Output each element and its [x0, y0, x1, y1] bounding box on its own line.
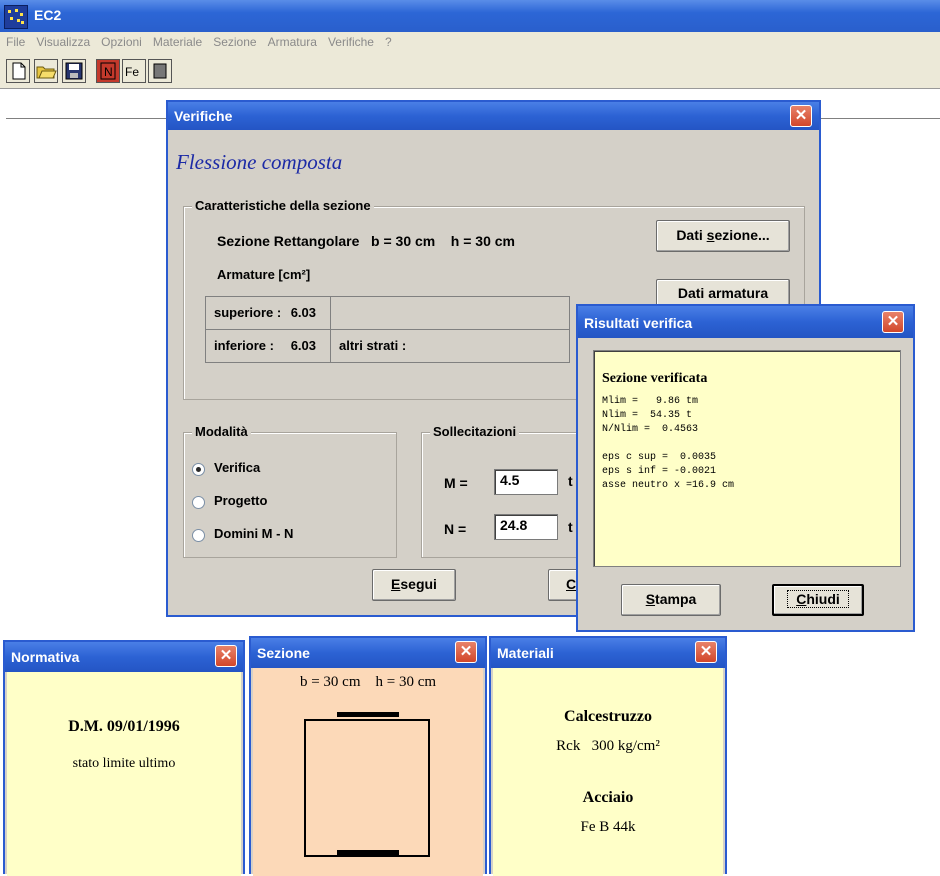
- risultati-titlebar: Risultati verifica ✕: [578, 306, 913, 338]
- m-input[interactable]: 4.5: [494, 469, 558, 495]
- superiore-label: superiore :: [214, 305, 282, 320]
- app-icon: [4, 5, 28, 29]
- normativa-titlebar: Normativa ✕: [5, 642, 243, 672]
- risultati-line: asse neutro x =16.9 cm: [602, 480, 735, 491]
- modalita-label: Modalità: [192, 424, 251, 439]
- esegui-button[interactable]: Esegui: [372, 569, 456, 601]
- menu-visualizza[interactable]: Visualizza: [30, 32, 95, 49]
- stampa-button[interactable]: Stampa: [621, 584, 721, 616]
- sezione-title: Sezione: [257, 645, 310, 661]
- superiore-cell: superiore : 6.03: [205, 296, 331, 330]
- new-file-icon[interactable]: [6, 59, 30, 83]
- risultati-dialog: Risultati verifica ✕ Sezione verificata …: [576, 304, 915, 632]
- app-titlebar: EC2: [0, 0, 940, 32]
- verifiche-title: Verifiche: [174, 108, 233, 124]
- calcestruzzo-value: Rck 300 kg/cm²: [556, 738, 660, 754]
- n-button-icon[interactable]: N: [96, 59, 120, 83]
- dati-armatura-button[interactable]: Dati armatura: [656, 279, 790, 307]
- sezione-panel: b = 30 cm h = 30 cm: [253, 668, 483, 876]
- inferiore-label: inferiore :: [214, 338, 274, 353]
- caratteristiche-label: Caratteristiche della sezione: [192, 198, 374, 213]
- close-icon[interactable]: ✕: [790, 105, 812, 127]
- menu-opzioni[interactable]: Opzioni: [95, 32, 147, 49]
- materiali-title: Materiali: [497, 645, 554, 661]
- normativa-title: Normativa: [11, 649, 80, 665]
- inferiore-value: 6.03: [290, 338, 316, 353]
- menu-sezione[interactable]: Sezione: [207, 32, 261, 49]
- acciaio-value: Fe B 44k: [580, 819, 636, 835]
- radio-progetto[interactable]: [192, 496, 205, 509]
- normativa-panel: D.M. 09/01/1996 stato limite ultimo: [7, 672, 241, 876]
- risultati-heading: Sezione verificata: [602, 371, 708, 386]
- dati-sezione-button[interactable]: Dati sezione...: [656, 220, 790, 252]
- menu-verifiche[interactable]: Verifiche: [322, 32, 379, 49]
- risultati-panel: Sezione verificata Mlim = 9.86 tm Nlim =…: [593, 350, 901, 567]
- fe-button-icon[interactable]: Fe: [122, 59, 146, 83]
- risultati-line: Nlim = 54.35 t: [602, 410, 693, 421]
- n-input[interactable]: 24.8: [494, 514, 558, 540]
- n-button-label: N: [104, 65, 113, 79]
- c-button-label: C: [566, 576, 577, 592]
- n-unit: t: [568, 519, 573, 535]
- radio-verifica-label: Verifica: [214, 460, 261, 475]
- normativa-window: Normativa ✕ D.M. 09/01/1996 stato limite…: [3, 640, 245, 876]
- superiore-value: 6.03: [290, 305, 316, 320]
- risultati-line: eps s inf = -0.0021: [602, 466, 717, 477]
- inferiore-cell: inferiore : 6.03: [205, 329, 331, 363]
- radio-progetto-label: Progetto: [214, 493, 268, 508]
- altri-strati-cell: altri strati :: [330, 329, 570, 363]
- risultati-line: Mlim = 9.86 tm: [602, 396, 699, 407]
- normativa-state: stato limite ultimo: [72, 756, 176, 771]
- close-icon[interactable]: ✕: [215, 645, 237, 667]
- normativa-decree: D.M. 09/01/1996: [68, 718, 180, 735]
- open-folder-icon[interactable]: [34, 59, 58, 83]
- fe-button-label: Fe: [125, 65, 139, 79]
- toolbar: N Fe: [0, 54, 940, 89]
- close-icon[interactable]: ✕: [882, 311, 904, 333]
- top-rebar: [337, 712, 399, 717]
- sezione-dims: b = 30 cm h = 30 cm: [299, 674, 437, 690]
- m-label: M =: [444, 475, 468, 491]
- save-disk-icon[interactable]: [62, 59, 86, 83]
- section-outline: [304, 719, 430, 857]
- menu-materiale[interactable]: Materiale: [147, 32, 207, 49]
- superiore-extra-cell: [330, 296, 570, 330]
- bottom-rebar: [337, 850, 399, 855]
- n-label: N =: [444, 521, 467, 537]
- radio-verifica[interactable]: [192, 463, 205, 476]
- menu-file[interactable]: File: [0, 32, 30, 49]
- sollecitazioni-label: Sollecitazioni: [430, 424, 520, 439]
- sezione-window: Sezione ✕ b = 30 cm h = 30 cm: [249, 636, 487, 876]
- verifiche-titlebar: Verifiche ✕: [168, 102, 819, 130]
- close-icon[interactable]: ✕: [455, 641, 477, 663]
- menu-help[interactable]: ?: [379, 32, 397, 49]
- risultati-title: Risultati verifica: [584, 315, 693, 331]
- verifiche-heading: Flessione composta: [176, 150, 343, 174]
- risultati-line: N/Nlim = 0.4563: [602, 424, 699, 435]
- materiali-titlebar: Materiali ✕: [491, 638, 725, 668]
- materiali-window: Materiali ✕ Calcestruzzo Rck 300 kg/cm² …: [489, 636, 727, 876]
- section-drawing: [304, 712, 430, 857]
- armature-label: Armature [cm²]: [217, 267, 311, 282]
- calcestruzzo-title: Calcestruzzo: [564, 708, 652, 725]
- acciaio-title: Acciaio: [582, 789, 634, 806]
- m-unit: t: [568, 473, 573, 489]
- sezione-titlebar: Sezione ✕: [251, 638, 485, 668]
- altri-strati-label: altri strati :: [339, 338, 407, 353]
- materiali-panel: Calcestruzzo Rck 300 kg/cm² Acciaio Fe B…: [493, 668, 723, 876]
- radio-domini[interactable]: [192, 529, 205, 542]
- menubar: File Visualizza Opzioni Materiale Sezione Arm…: [0, 32, 940, 54]
- modalita-group: Modalità Verifica Progetto Domini M - N: [183, 424, 397, 558]
- close-icon[interactable]: ✕: [695, 641, 717, 663]
- chiudi-button[interactable]: Chiudi: [772, 584, 864, 616]
- risultati-line: eps c sup = 0.0035: [602, 452, 717, 463]
- radio-domini-label: Domini M - N: [214, 526, 294, 541]
- menu-armatura[interactable]: Armatura: [262, 32, 322, 49]
- app-title: EC2: [34, 7, 62, 23]
- section-description: Sezione Rettangolare b = 30 cm h = 30 cm: [217, 233, 515, 249]
- gray-square-icon[interactable]: [148, 59, 172, 83]
